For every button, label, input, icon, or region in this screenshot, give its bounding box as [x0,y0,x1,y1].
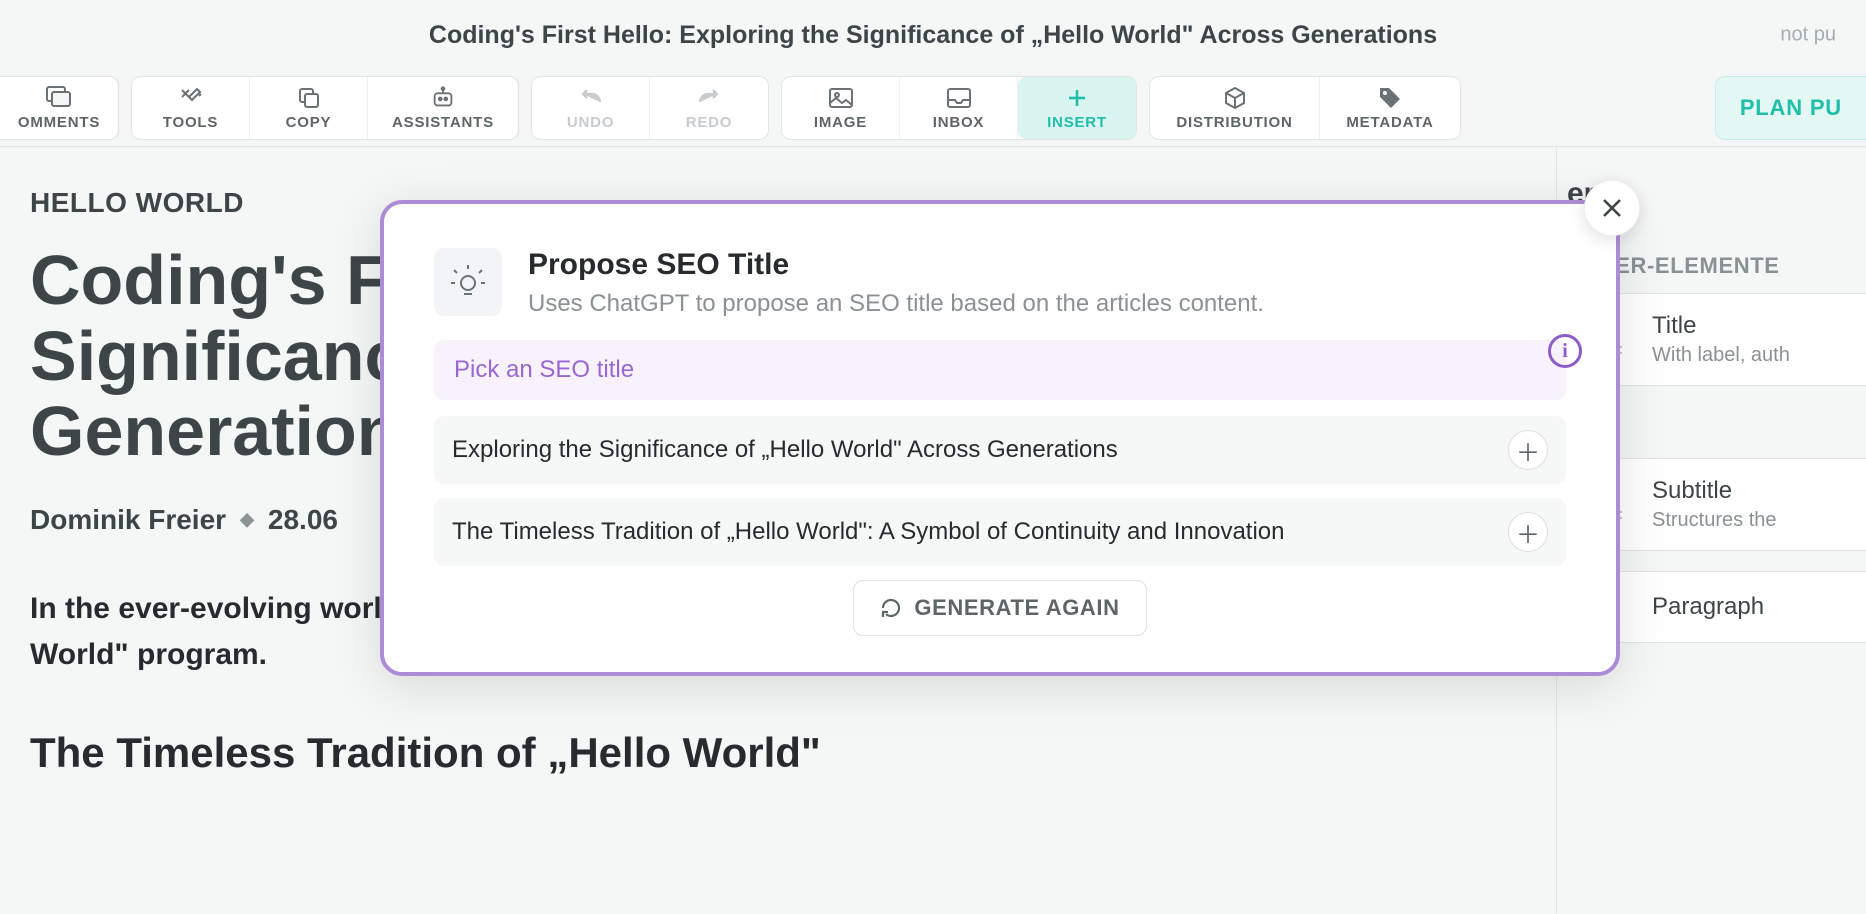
info-icon: i [1562,340,1568,363]
insert-paragraph-label: Paragraph [1652,593,1764,621]
redo-icon [696,85,722,111]
inbox-label: INBOX [933,114,985,131]
insert-label: INSERT [1047,114,1107,131]
insert-title-desc: With label, auth [1652,344,1790,367]
insert-button[interactable]: INSERT [1018,77,1136,139]
comments-label: OMMENTS [18,114,100,131]
document-title: Coding's First Hello: Exploring the Sign… [429,21,1437,50]
byline-separator-icon: ◆ [240,509,254,530]
redo-label: REDO [686,114,733,131]
assistants-label: ASSISTANTS [392,114,494,131]
seo-option-row[interactable]: Exploring the Significance of „Hello Wor… [434,416,1566,484]
tools-icon [178,85,204,111]
add-option-button[interactable]: ＋ [1508,430,1548,470]
plus-icon [1064,85,1090,111]
image-button[interactable]: IMAGE [782,77,900,139]
article-section-heading[interactable]: The Timeless Tradition of „Hello World" [30,729,1506,777]
undo-button[interactable]: UNDO [532,77,650,139]
plan-publish-label: PLAN PU [1740,95,1842,121]
title-bar: Coding's First Hello: Exploring the Sign… [0,0,1866,70]
seo-title-modal: Propose SEO Title Uses ChatGPT to propos… [380,200,1620,676]
image-icon [828,85,854,111]
modal-hint: Pick an SEO title [434,340,1566,400]
plus-icon: ＋ [1516,433,1540,468]
copy-label: COPY [286,114,332,131]
seo-option-text: Exploring the Significance of „Hello Wor… [452,436,1118,464]
image-label: IMAGE [814,114,867,131]
robot-icon [430,85,456,111]
info-button[interactable]: i [1548,334,1582,368]
close-icon [1600,196,1624,220]
plus-icon: ＋ [1516,515,1540,550]
close-button[interactable] [1584,180,1640,236]
copy-button[interactable]: COPY [250,77,368,139]
distribution-button[interactable]: DISTRIBUTION [1150,77,1320,139]
generate-again-button[interactable]: GENERATE AGAIN [853,580,1146,636]
insert-subtitle-label: Subtitle [1652,477,1777,505]
metadata-label: METADATA [1346,114,1433,131]
tag-icon [1377,85,1403,111]
metadata-button[interactable]: METADATA [1320,77,1460,139]
inbox-button[interactable]: INBOX [900,77,1018,139]
distribution-label: DISTRIBUTION [1176,114,1292,131]
article-author[interactable]: Dominik Freier [30,504,226,536]
seo-option-text: The Timeless Tradition of „Hello World":… [452,518,1285,546]
toolbar: OMMENTS TOOLS COPY ASSISTANTS [0,70,1866,147]
generate-again-label: GENERATE AGAIN [914,595,1119,621]
modal-title: Propose SEO Title [528,248,1264,282]
copy-icon [296,85,322,111]
undo-label: UNDO [567,114,614,131]
article-date[interactable]: 28.06 [268,504,338,536]
tools-button[interactable]: TOOLS [132,77,250,139]
assistants-button[interactable]: ASSISTANTS [368,77,518,139]
add-option-button[interactable]: ＋ [1508,512,1548,552]
undo-icon [578,85,604,111]
redo-button[interactable]: REDO [650,77,768,139]
modal-description: Uses ChatGPT to propose an SEO title bas… [528,290,1264,318]
inbox-icon [946,85,972,111]
comments-icon [46,85,72,111]
save-status: not pu [1780,24,1836,47]
package-icon [1222,85,1248,111]
comments-button[interactable]: OMMENTS [0,77,118,139]
plan-publish-button[interactable]: PLAN PU [1715,76,1866,140]
seo-option-row[interactable]: The Timeless Tradition of „Hello World":… [434,498,1566,566]
refresh-icon [880,597,902,619]
lightbulb-icon [434,248,502,316]
insert-subtitle-desc: Structures the [1652,509,1777,532]
insert-title-label: Title [1652,312,1790,340]
tools-label: TOOLS [163,114,218,131]
